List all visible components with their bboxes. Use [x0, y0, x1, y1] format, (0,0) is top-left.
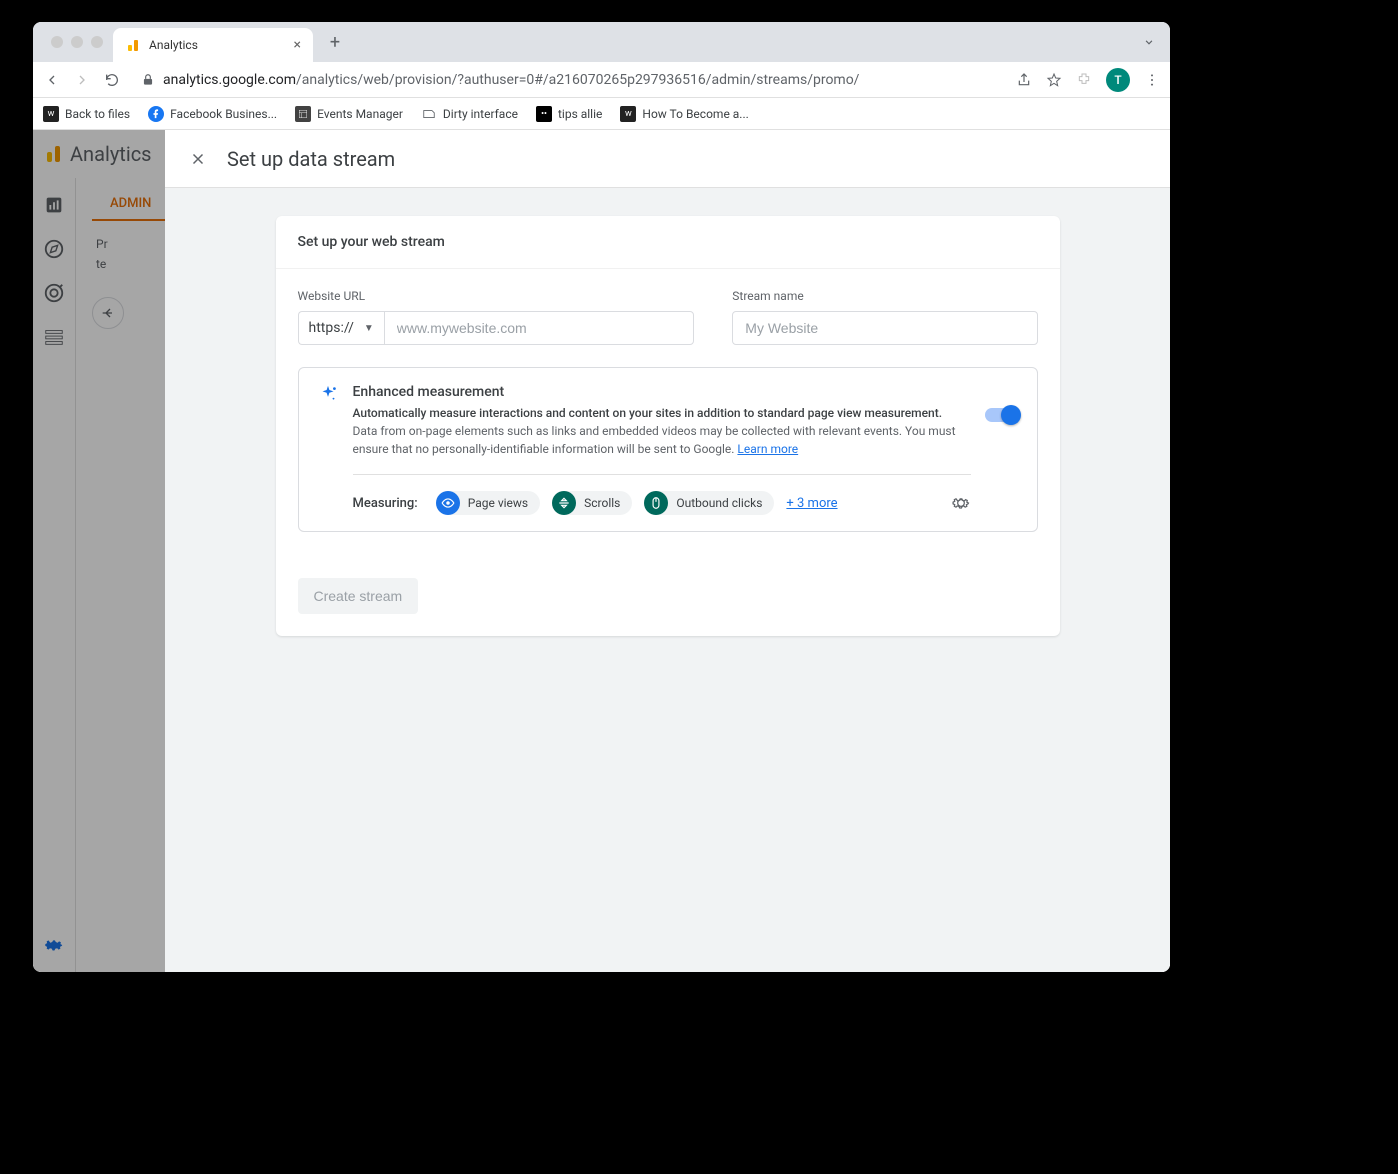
enhanced-subtext: Data from on-page elements such as links… [353, 422, 971, 458]
create-stream-button[interactable]: Create stream [298, 578, 419, 614]
lock-icon [141, 73, 155, 87]
bookmark-item[interactable]: ••tips allie [536, 106, 602, 122]
chevron-down-icon: ▼ [364, 323, 374, 334]
protocol-select[interactable]: https:// ▼ [298, 311, 384, 345]
back-button[interactable] [43, 71, 61, 89]
website-url-label: Website URL [298, 289, 695, 303]
bookmark-item[interactable]: Events Manager [295, 106, 403, 122]
star-icon[interactable] [1046, 72, 1062, 88]
page-content: Analytics ADMIN Pr te [33, 130, 1170, 972]
stream-name-input[interactable] [732, 311, 1037, 345]
enhanced-title: Enhanced measurement [353, 384, 971, 400]
bookmark-item[interactable]: wHow To Become a... [620, 106, 748, 122]
measuring-row: Measuring: Page views Scrolls [353, 491, 971, 515]
bookmarks-bar: wBack to files Facebook Busines... Event… [33, 98, 1170, 130]
browser-window: Analytics × + analytics.google.com/analy… [33, 22, 1170, 972]
more-measurements-link[interactable]: + 3 more [786, 496, 837, 511]
measuring-label: Measuring: [353, 496, 418, 511]
enhanced-desc: Automatically measure interactions and c… [353, 406, 971, 420]
share-icon[interactable] [1016, 72, 1032, 88]
mouse-icon [644, 491, 668, 515]
forward-button[interactable] [73, 71, 91, 89]
menu-icon[interactable] [1144, 72, 1160, 88]
close-tab-icon[interactable]: × [294, 37, 301, 53]
enhanced-measurement-box: Enhanced measurement Automatically measu… [298, 367, 1038, 532]
backdrop-overlay [33, 130, 165, 972]
reload-button[interactable] [103, 71, 121, 89]
setup-card: Set up your web stream Website URL https… [276, 216, 1060, 636]
new-tab-button[interactable]: + [321, 28, 349, 56]
sheet-header: Set up data stream [165, 130, 1170, 188]
tabs-dropdown-icon[interactable] [1142, 35, 1170, 49]
data-stream-sheet: Set up data stream Set up your web strea… [165, 130, 1170, 972]
eye-icon [436, 491, 460, 515]
bookmark-item[interactable]: Dirty interface [421, 106, 518, 122]
url-text: analytics.google.com/analytics/web/provi… [163, 72, 859, 88]
enhanced-toggle[interactable] [985, 408, 1019, 422]
ga-favicon [125, 37, 141, 53]
chip-page-views: Page views [436, 491, 540, 515]
tab-bar: Analytics × + [33, 22, 1170, 62]
learn-more-link[interactable]: Learn more [737, 442, 798, 456]
browser-tab[interactable]: Analytics × [113, 28, 313, 62]
card-heading: Set up your web stream [276, 216, 1060, 269]
sparkle-icon [317, 384, 339, 406]
chip-outbound: Outbound clicks [644, 491, 774, 515]
address-bar[interactable]: analytics.google.com/analytics/web/provi… [133, 72, 1004, 88]
tab-title: Analytics [149, 38, 286, 52]
sheet-title: Set up data stream [227, 147, 395, 171]
browser-toolbar: analytics.google.com/analytics/web/provi… [33, 62, 1170, 98]
website-url-input[interactable] [384, 311, 695, 345]
scroll-icon [552, 491, 576, 515]
chip-scrolls: Scrolls [552, 491, 632, 515]
extensions-icon[interactable] [1076, 72, 1092, 88]
sheet-body: Set up your web stream Website URL https… [165, 188, 1170, 972]
bookmark-item[interactable]: Facebook Busines... [148, 106, 277, 122]
stream-name-label: Stream name [732, 289, 1037, 303]
bookmark-item[interactable]: wBack to files [43, 106, 130, 122]
settings-gear-icon[interactable] [951, 493, 971, 513]
close-icon[interactable] [189, 150, 207, 168]
window-controls[interactable] [41, 36, 113, 48]
profile-avatar[interactable]: T [1106, 68, 1130, 92]
